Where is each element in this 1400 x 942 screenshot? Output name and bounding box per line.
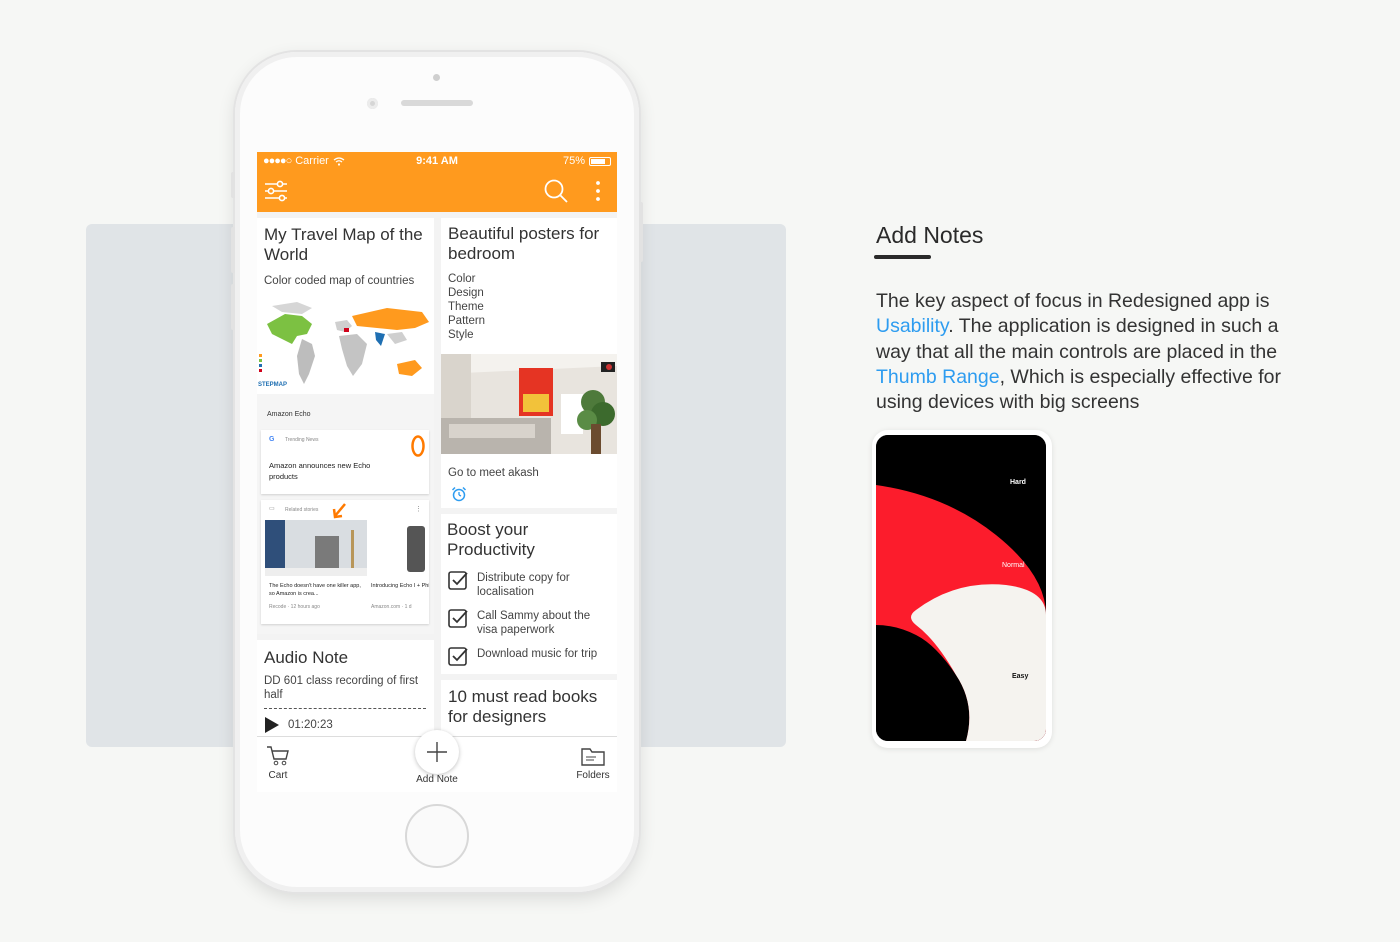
audio-duration: 01:20:23	[288, 719, 333, 731]
checklist-text: Call Sammy about the visa paperwork	[477, 610, 591, 636]
story-meta: Recode · 12 hours ago	[269, 604, 320, 610]
echo-header: Amazon Echo	[267, 411, 311, 418]
world-map-image: STEPMAP	[257, 294, 434, 394]
alarm-clock-icon	[451, 486, 467, 502]
note-card-productivity[interactable]: Boost your Productivity Distribute copy …	[441, 514, 617, 674]
tag-list: Color Design Theme Pattern Style	[448, 272, 485, 342]
plus-icon	[427, 742, 447, 762]
thumb-zone-screen: Hard Normal Easy	[876, 435, 1046, 741]
highlight-circle-icon	[411, 435, 425, 457]
folder-icon	[581, 748, 605, 766]
cart-label: Cart	[268, 770, 288, 781]
trending-news-card[interactable]: G Trending News Amazon announces new Ech…	[261, 430, 429, 494]
story-icon: ▭	[269, 506, 275, 512]
add-note-button[interactable]	[415, 730, 459, 774]
related-stories-card[interactable]: ▭ Related stories ⋮ The Echo doesn't hav…	[261, 500, 429, 624]
news-headline: Amazon announces new Echo products	[269, 461, 371, 481]
battery-indicator: 75%	[563, 155, 611, 167]
tag-item: Color	[448, 273, 476, 285]
note-title: Beautiful posters for bedroom	[448, 224, 600, 263]
echo-product-photo	[371, 520, 429, 576]
app-toolbar	[257, 170, 617, 212]
map-logo: STEPMAP	[258, 382, 287, 388]
note-card-books[interactable]: 10 must read books for designers	[441, 680, 617, 740]
filter-icon[interactable]	[263, 178, 289, 204]
note-card-travel-map[interactable]: My Travel Map of the World Color coded m…	[257, 218, 434, 394]
battery-icon	[589, 156, 611, 166]
echo-photo	[265, 520, 367, 576]
note-subtitle: DD 601 class recording of first half	[264, 675, 419, 701]
front-camera	[367, 98, 378, 109]
note-card-amazon-echo[interactable]: Amazon Echo G Trending News Amazon annou…	[257, 394, 434, 634]
note-card-audio[interactable]: Audio Note DD 601 class recording of fir…	[257, 640, 434, 740]
related-label: Related stories	[285, 507, 319, 513]
thumb-range-highlight: Thumb Range	[876, 365, 1000, 388]
usability-highlight: Usability	[876, 315, 949, 338]
story-meta: Amazon.com · 1 d	[371, 604, 412, 610]
folders-button[interactable]: Folders	[573, 745, 613, 781]
cart-icon	[267, 746, 289, 766]
checkbox-checked-icon[interactable]	[447, 608, 469, 630]
tag-item: Design	[448, 287, 484, 299]
arrow-annotation-icon	[332, 503, 346, 519]
note-subtitle: Color coded map of countries	[264, 275, 415, 287]
note-title: Audio Note	[264, 648, 349, 667]
add-note-label[interactable]: Add Note	[407, 774, 467, 785]
tag-item: Pattern	[448, 315, 486, 327]
earpiece-speaker	[401, 100, 473, 106]
story-menu-icon[interactable]: ⋮	[415, 505, 422, 513]
reminder-text: Go to meet akash	[448, 467, 539, 479]
tag-item: Theme	[448, 301, 484, 313]
more-vert-icon[interactable]	[585, 178, 611, 204]
note-title: 10 must read books for designers	[448, 687, 598, 726]
status-bar: ●●●●○ Carrier 9:41 AM 75%	[257, 152, 617, 170]
phone-mockup: ●●●●○ Carrier 9:41 AM 75% My Travel Map …	[231, 52, 643, 892]
battery-percent: 75%	[562, 155, 585, 167]
search-icon[interactable]	[543, 178, 569, 204]
thumb-zone-phone: Hard Normal Easy	[872, 430, 1052, 748]
checkbox-checked-icon[interactable]	[447, 570, 469, 592]
note-title: Boost your Productivity	[447, 520, 535, 559]
section-heading: Add Notes	[876, 222, 984, 248]
cart-button[interactable]: Cart	[261, 745, 295, 781]
volume-down-button	[231, 284, 235, 330]
section-description: The key aspect of focus in Redesigned ap…	[876, 289, 1316, 415]
power-button	[639, 202, 643, 262]
google-icon: G	[269, 436, 275, 443]
play-icon[interactable]	[264, 716, 280, 734]
audio-waveform-divider	[264, 708, 426, 709]
news-source: Trending News	[285, 437, 319, 443]
app-screen: ●●●●○ Carrier 9:41 AM 75% My Travel Map …	[257, 152, 617, 792]
zone-label-hard: Hard	[1010, 479, 1026, 486]
story-title: The Echo doesn't have one killer app, so…	[269, 583, 361, 597]
note-title: My Travel Map of the World	[264, 225, 423, 264]
tag-item: Style	[448, 329, 474, 341]
zone-label-normal: Normal	[1002, 562, 1025, 569]
folders-label: Folders	[576, 770, 610, 781]
home-button[interactable]	[405, 804, 469, 868]
bedroom-photo	[441, 354, 617, 454]
checklist-text: Download music for trip	[477, 648, 598, 660]
mute-switch	[231, 172, 235, 198]
checkbox-checked-icon[interactable]	[447, 646, 469, 668]
volume-up-button	[231, 227, 235, 273]
note-card-posters[interactable]: Beautiful posters for bedroom Color Desi…	[441, 218, 617, 508]
proximity-sensor	[433, 74, 440, 81]
desc-text: The key aspect of focus in Redesigned ap…	[876, 290, 1270, 312]
zone-label-easy: Easy	[1012, 673, 1029, 680]
heading-underline	[874, 255, 931, 259]
story-title: Introducing Echo I + Philips Hue Bulb	[371, 583, 429, 589]
checklist-text: Distribute copy for localisation	[477, 572, 570, 598]
